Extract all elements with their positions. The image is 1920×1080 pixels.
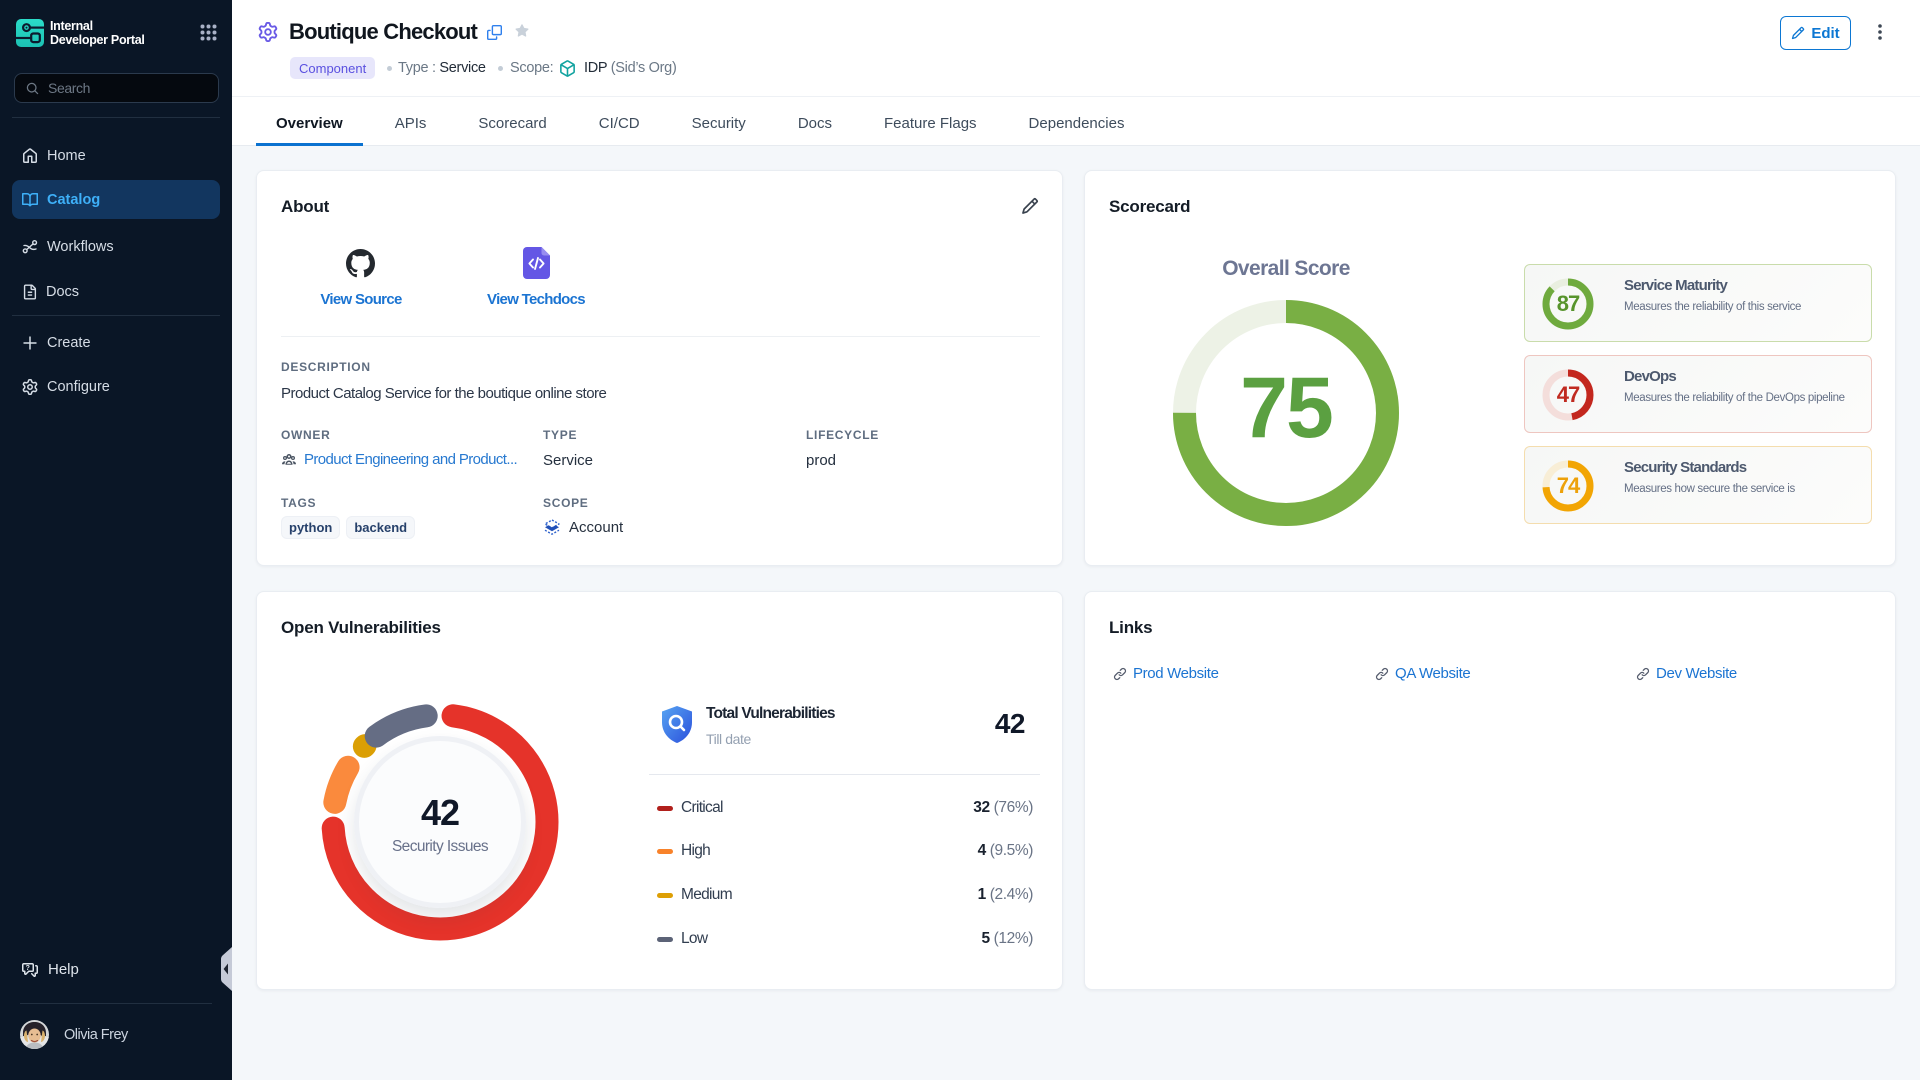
- svg-text:?: ?: [26, 965, 30, 972]
